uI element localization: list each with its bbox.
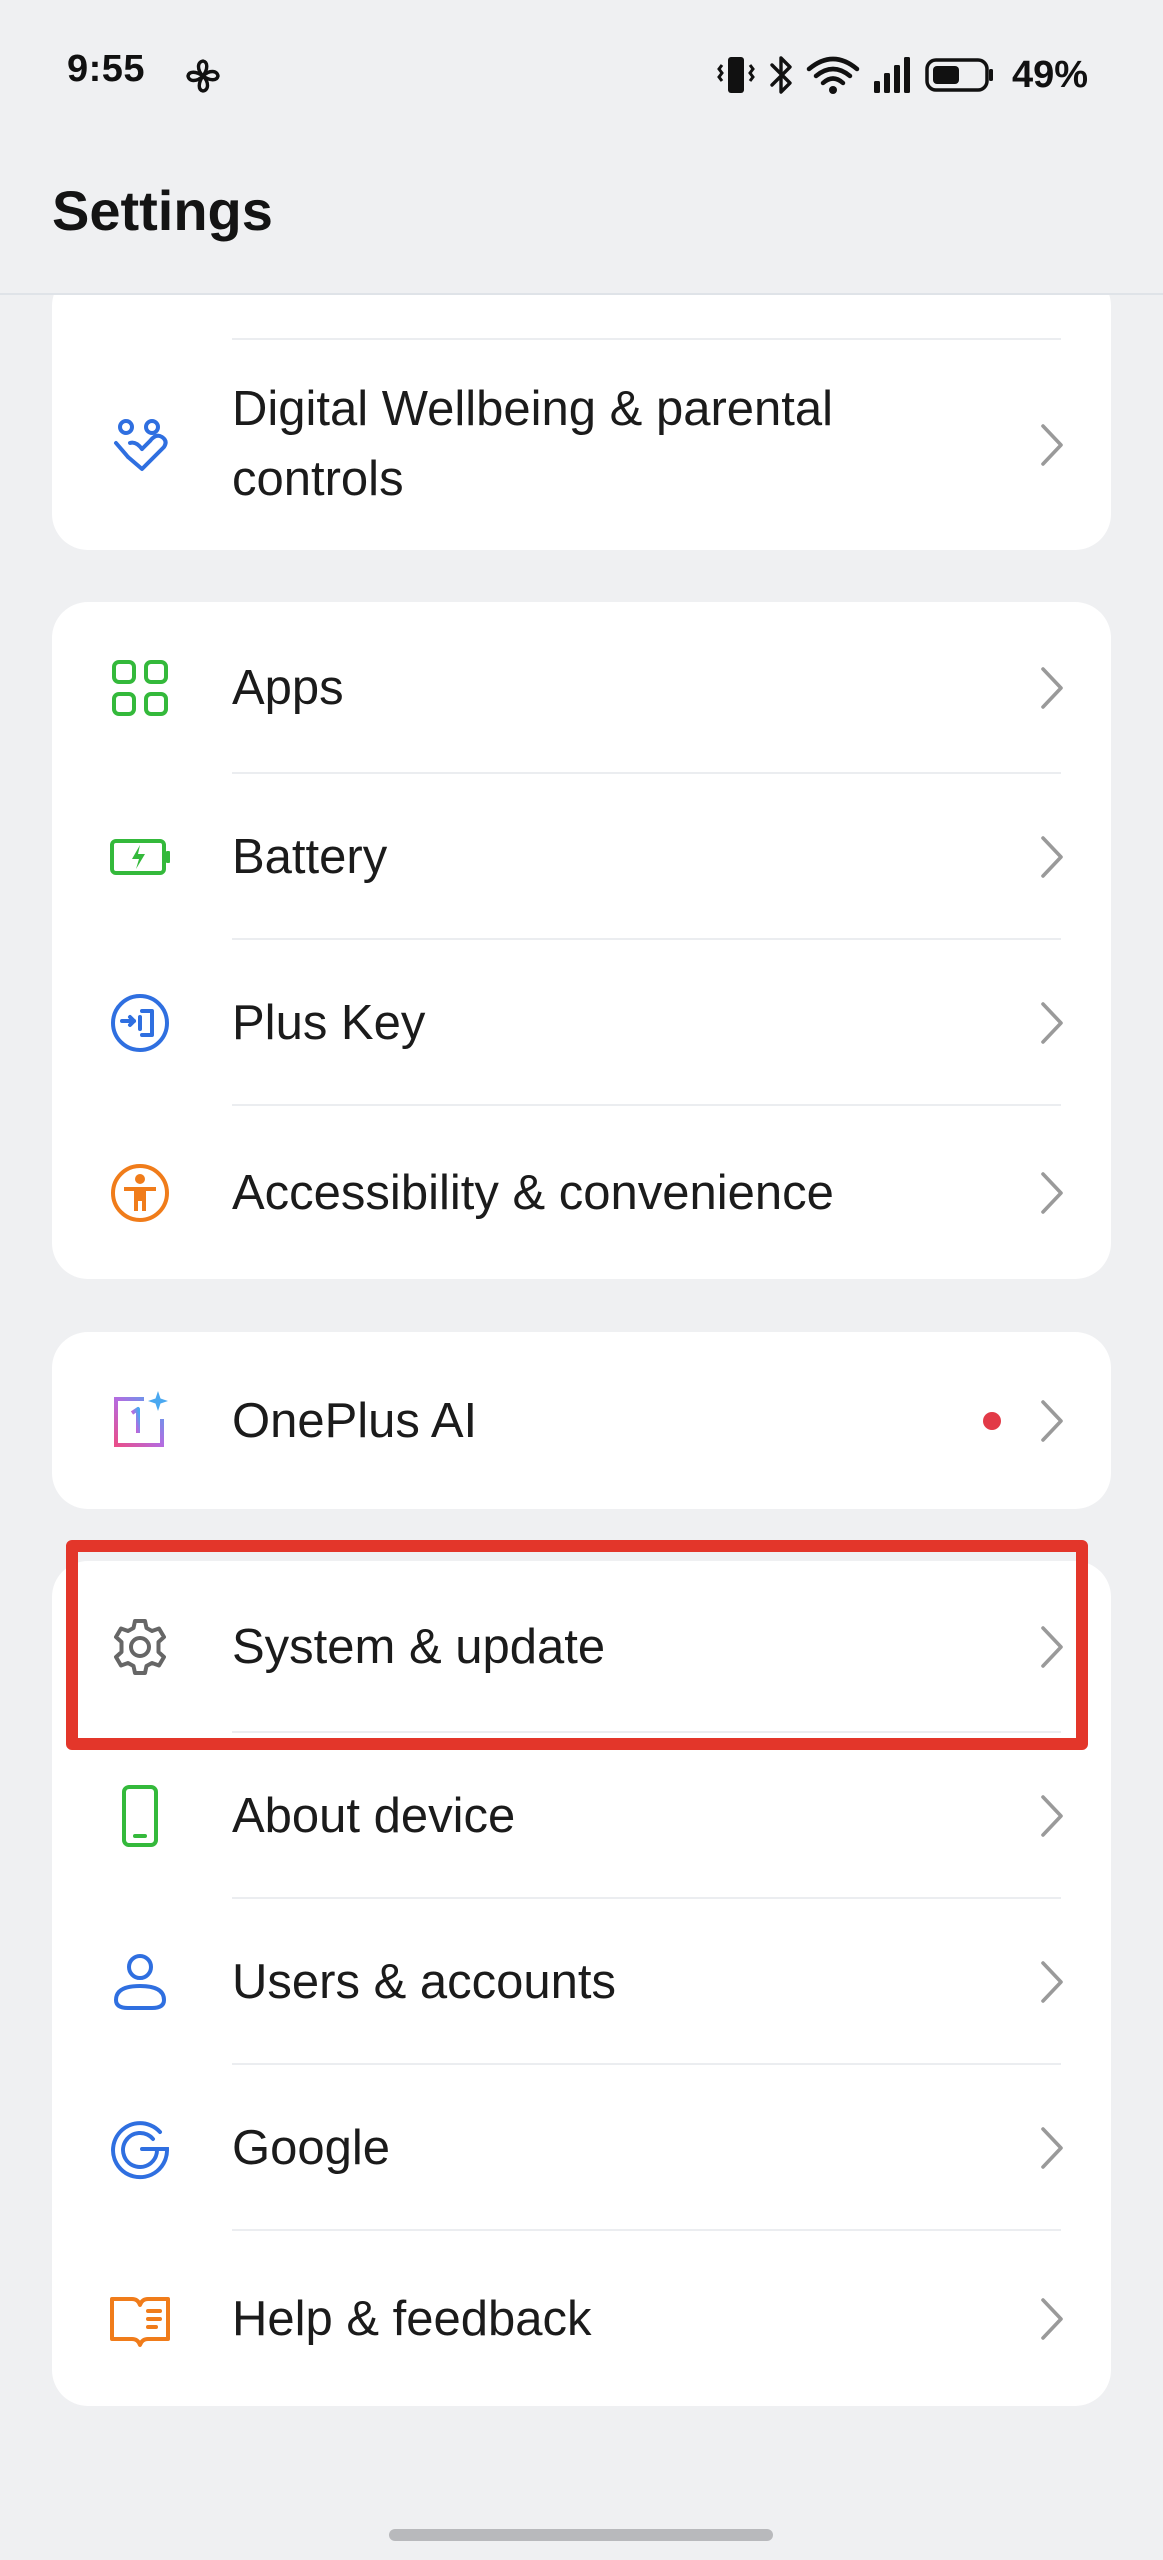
chevron-right-icon	[1041, 2127, 1063, 2169]
settings-item-label: OnePlus AI	[232, 1393, 478, 1448]
settings-item-plus-key[interactable]: Plus Key	[52, 940, 1111, 1106]
settings-item-label: Accessibility & convenience	[232, 1165, 834, 1220]
settings-item-label: Apps	[232, 661, 344, 715]
settings-item-label: Digital Wellbeing & parental controls	[232, 382, 834, 506]
gear-icon	[108, 1615, 172, 1679]
fan-icon	[186, 59, 220, 93]
bluetooth-icon	[770, 56, 792, 94]
app-bar: Settings	[0, 150, 1163, 295]
signal-icon	[873, 57, 910, 93]
chevron-right-icon	[1041, 1795, 1063, 1837]
battery-percent: 49%	[1011, 53, 1088, 96]
page-title: Settings	[52, 179, 273, 242]
chevron-right-icon	[1041, 1002, 1063, 1044]
chevron-right-icon	[1041, 1626, 1063, 1668]
oneplus-ai-icon	[108, 1389, 172, 1453]
chevron-right-icon	[1041, 836, 1063, 878]
settings-group-apps: Apps Battery Plus Key Accessibility & co…	[52, 602, 1111, 1279]
settings-item-apps[interactable]: Apps	[52, 602, 1111, 774]
help-book-icon	[108, 2287, 172, 2351]
chevron-right-icon	[1041, 667, 1063, 709]
settings-item-system-update[interactable]: System & update	[52, 1561, 1111, 1733]
settings-item-battery[interactable]: Battery	[52, 774, 1111, 940]
accessibility-icon	[108, 1161, 172, 1225]
chevron-right-icon	[1041, 2297, 1063, 2340]
home-indicator[interactable]	[389, 2529, 773, 2541]
chevron-right-icon	[1041, 1171, 1063, 1214]
settings-item-users-accounts[interactable]: Users & accounts	[52, 1899, 1111, 2065]
settings-item-accessibility[interactable]: Accessibility & convenience	[52, 1106, 1111, 1279]
settings-group-wellbeing: Digital Wellbeing & parental controls	[52, 270, 1111, 550]
vibrate-icon	[717, 57, 755, 93]
settings-group-system: System & update About device Users & acc…	[52, 1561, 1111, 2406]
settings-item-digital-wellbeing[interactable]: Digital Wellbeing & parental controls	[52, 340, 1111, 550]
battery-icon	[925, 58, 993, 92]
chevron-right-icon	[1041, 1399, 1063, 1442]
plus-key-icon	[108, 991, 172, 1055]
settings-item-oneplus-ai[interactable]: OnePlus AI	[52, 1332, 1111, 1509]
status-time: 9:55	[67, 48, 146, 90]
wifi-icon	[806, 56, 860, 94]
user-icon	[108, 1950, 172, 2014]
chevron-right-icon	[1041, 1961, 1063, 2003]
settings-item-label: System & update	[232, 1620, 606, 1674]
settings-item-help-feedback[interactable]: Help & feedback	[52, 2231, 1111, 2406]
digital-wellbeing-icon	[108, 413, 172, 477]
settings-item-label: Battery	[232, 830, 388, 884]
phone-icon	[108, 1784, 172, 1848]
apps-grid-icon	[108, 656, 172, 720]
settings-item-label: Google	[232, 2121, 391, 2175]
status-bar: 9:55 49%	[0, 0, 1163, 150]
battery-charging-icon	[108, 825, 172, 889]
settings-item-label: Help & feedback	[232, 2291, 592, 2346]
notification-dot	[983, 1411, 1001, 1430]
settings-item-label: About device	[232, 1789, 516, 1843]
chevron-right-icon	[1041, 424, 1063, 466]
settings-item-label: Users & accounts	[232, 1955, 616, 2009]
settings-item-label: Plus Key	[232, 996, 426, 1050]
google-icon	[108, 2116, 172, 2180]
settings-item-about-device[interactable]: About device	[52, 1733, 1111, 1899]
settings-item-google[interactable]: Google	[52, 2065, 1111, 2231]
settings-group-oneplus-ai: OnePlus AI	[52, 1332, 1111, 1509]
